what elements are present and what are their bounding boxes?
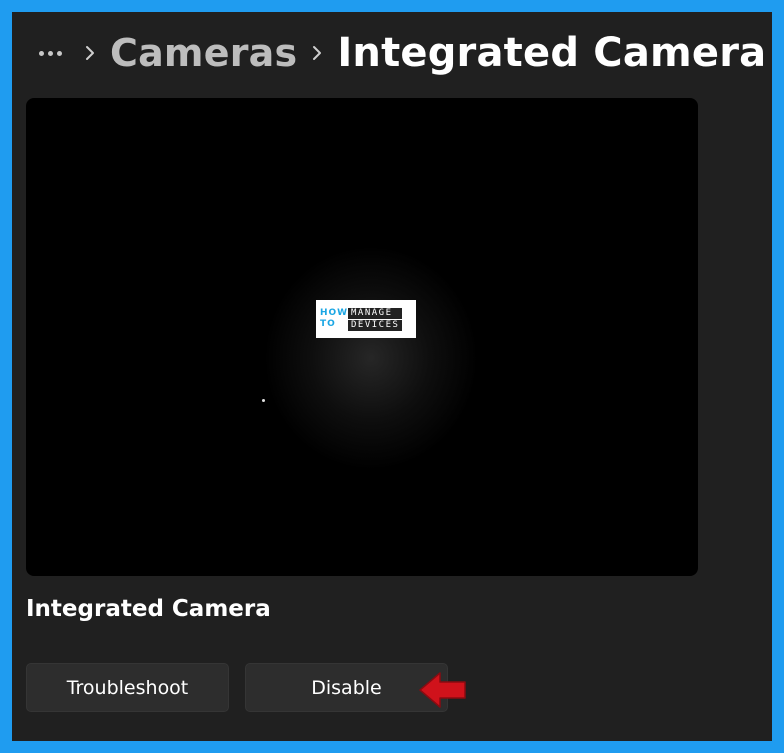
chevron-right-icon [297, 33, 337, 73]
red-arrow-icon [419, 672, 466, 708]
breadcrumb-cameras-link[interactable]: Cameras [110, 31, 297, 75]
more-icon[interactable] [30, 33, 70, 73]
logo-text-manage: MANAGE [348, 307, 403, 319]
logo-manage-devices: MANAGE DEVICES [348, 307, 403, 331]
watermark-logo: HOW TO MANAGE DEVICES [316, 300, 416, 338]
troubleshoot-button[interactable]: Troubleshoot [26, 663, 229, 712]
camera-preview: HOW TO MANAGE DEVICES [26, 98, 698, 576]
preview-glow [266, 248, 476, 468]
logo-text-to: TO [320, 319, 336, 329]
breadcrumb: Cameras Integrated Camera [30, 24, 766, 82]
preview-light-dot [262, 399, 265, 402]
page-title: Integrated Camera [337, 30, 767, 76]
chevron-right-icon [70, 33, 110, 73]
device-name: Integrated Camera [26, 596, 271, 622]
logo-text-how: HOW [320, 308, 349, 318]
settings-window: Cameras Integrated Camera HOW TO MANAGE … [0, 0, 784, 753]
logo-how-to: HOW TO [320, 308, 349, 330]
logo-text-devices: DEVICES [348, 319, 403, 331]
